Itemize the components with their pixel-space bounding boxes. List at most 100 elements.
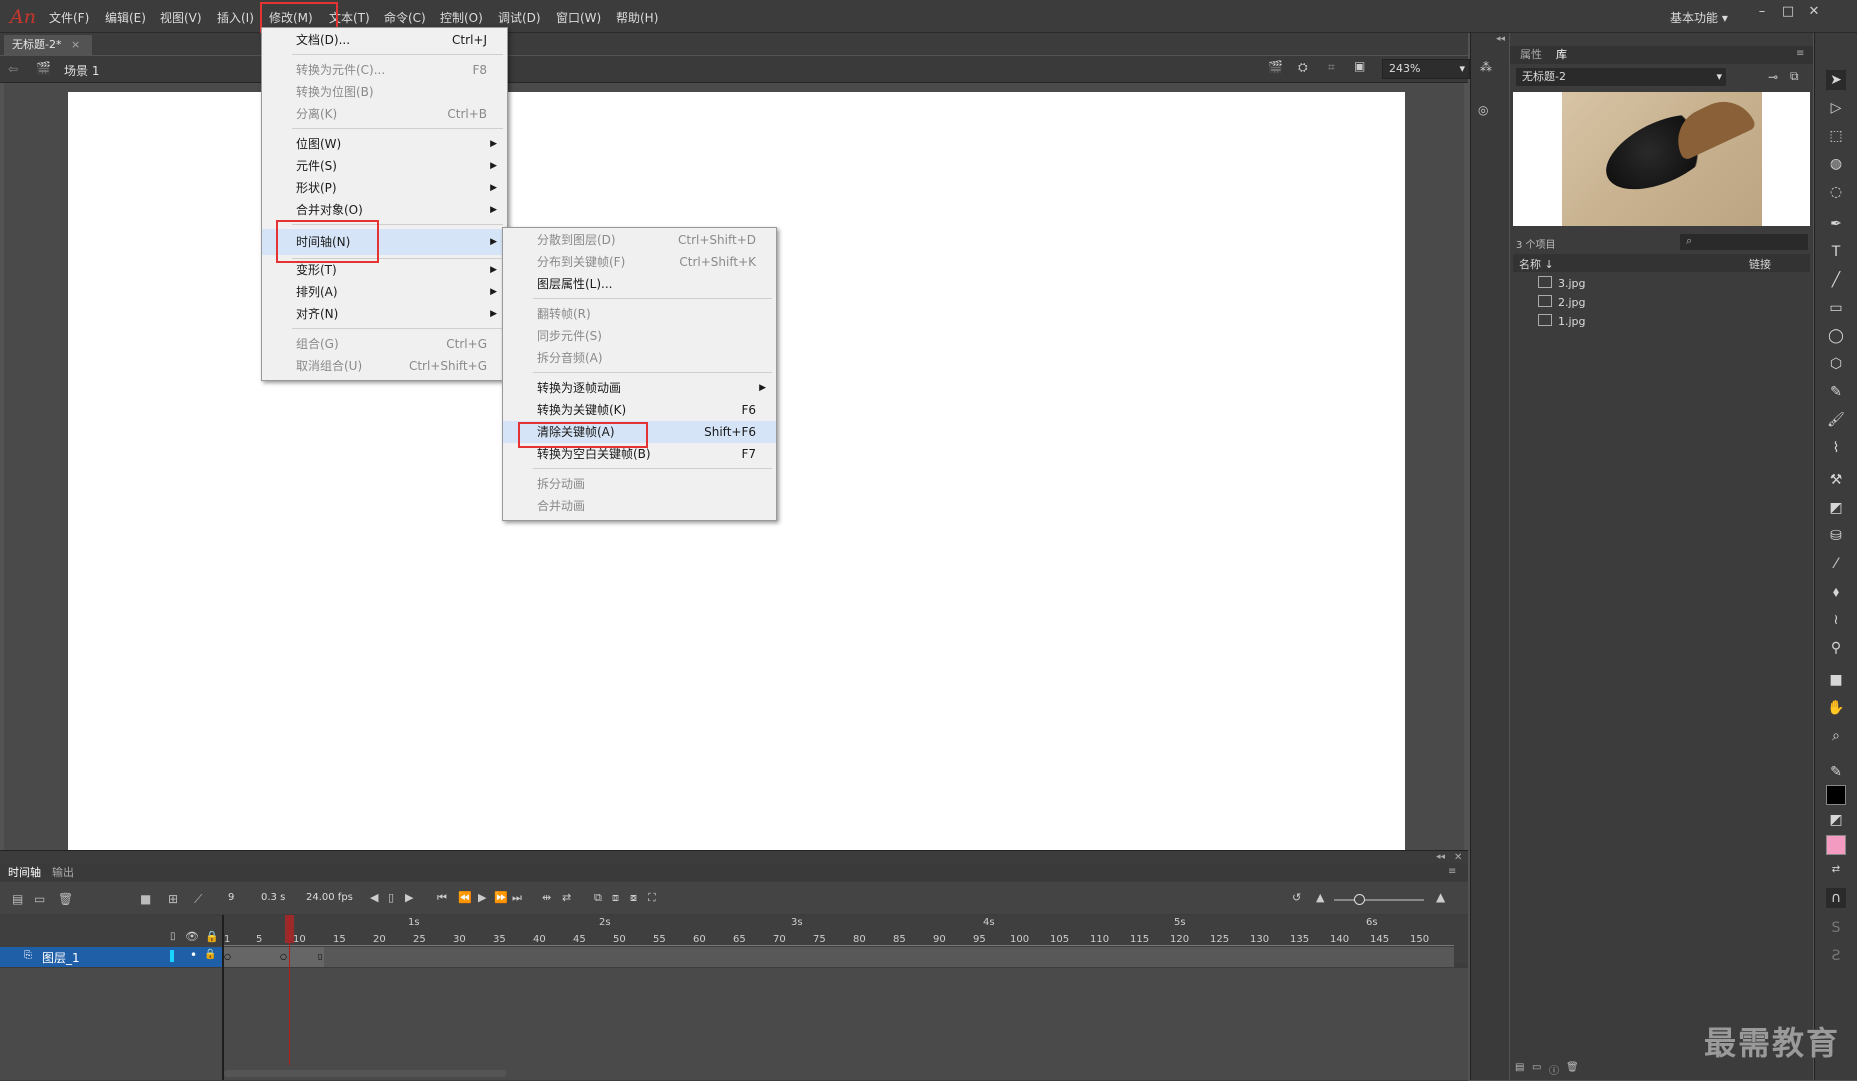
keyframe-span[interactable] <box>224 947 324 967</box>
menu-item-bitmap[interactable]: 位图(W) ▶ <box>262 133 507 155</box>
cc-libraries-icon[interactable]: ◎ <box>1478 103 1488 117</box>
column-linkage[interactable]: 链接 <box>1749 256 1771 272</box>
library-item[interactable]: 1.jpg <box>1538 314 1586 328</box>
paint-brush-tool-icon[interactable]: 🖌 <box>1826 410 1846 430</box>
snap-icon[interactable]: ⌗ <box>1328 60 1335 75</box>
menu-item-convert-frame-by-frame[interactable]: 转换为逐帧动画 ▶ <box>503 377 776 399</box>
stroke-color-swatch[interactable] <box>1826 785 1846 805</box>
pin-icon[interactable]: ⊸ <box>1768 70 1778 84</box>
menu-item-align[interactable]: 对齐(N) ▶ <box>262 303 507 325</box>
color-panel-icon[interactable]: ⁂ <box>1480 60 1492 74</box>
onion-skin-icon[interactable]: ⧉ <box>594 891 602 905</box>
polystar-tool-icon[interactable]: ⬡ <box>1826 354 1846 374</box>
menu-item-shape[interactable]: 形状(P) ▶ <box>262 177 507 199</box>
go-last-icon[interactable]: ⏭ <box>512 891 522 905</box>
menu-file[interactable]: 文件(F) <box>49 9 89 26</box>
go-first-icon[interactable]: ⏮ <box>437 891 447 905</box>
loop-icon[interactable]: ⇄ <box>562 891 571 904</box>
new-library-icon[interactable]: ⧉ <box>1790 69 1799 84</box>
bone-tool-icon[interactable]: ⚒ <box>1826 470 1846 490</box>
ink-bottle-tool-icon[interactable]: ⛁ <box>1826 526 1846 546</box>
play-icon[interactable]: ▶ <box>478 891 486 904</box>
menu-control[interactable]: 控制(O) <box>440 9 483 26</box>
library-item[interactable]: 3.jpg <box>1538 276 1586 290</box>
zoom-select[interactable]: 243% ▾ <box>1382 59 1470 79</box>
fill-color-swatch[interactable] <box>1826 835 1846 855</box>
snap-magnet-icon[interactable]: ∩ <box>1826 888 1846 908</box>
edit-symbol-icon[interactable]: ⛭ <box>1298 60 1308 75</box>
delete-icon[interactable]: 🗑 <box>58 892 73 906</box>
lock-icon[interactable]: 🔒 <box>205 930 219 943</box>
document-tab[interactable]: 无标题-2* × <box>4 35 92 55</box>
smooth-icon[interactable]: S <box>1826 918 1846 938</box>
parenting-icon[interactable]: ⊞ <box>168 892 178 906</box>
line-tool-icon[interactable]: ╱ <box>1826 270 1846 290</box>
3d-rotation-tool-icon[interactable]: ◍ <box>1826 154 1846 174</box>
blank-keyframe-icon[interactable]: ○ <box>224 952 231 961</box>
library-document-select[interactable]: 无标题-2 ▾ <box>1516 68 1726 86</box>
camera-tool-icon[interactable]: ■ <box>1826 670 1846 690</box>
straighten-icon[interactable]: Ƨ <box>1826 946 1846 966</box>
step-forward-icon[interactable]: ⏩ <box>494 891 508 904</box>
menu-item-document[interactable]: 文档(D)... Ctrl+J <box>262 29 507 51</box>
frame-track[interactable] <box>224 947 1454 967</box>
width-tool-icon[interactable]: ≀ <box>1826 610 1846 630</box>
hand-tool-icon[interactable]: ✋ <box>1826 698 1846 718</box>
free-transform-tool-icon[interactable]: ⬚ <box>1826 126 1846 146</box>
current-frame[interactable]: 9 <box>228 892 234 903</box>
pen-tool-icon[interactable]: ✒ <box>1826 214 1846 234</box>
zoom-in-icon[interactable]: ▲ <box>1436 890 1445 904</box>
rectangle-tool-icon[interactable]: ▭ <box>1826 298 1846 318</box>
layer-lock-icon[interactable]: 🔒 <box>204 949 216 960</box>
menu-item-symbol[interactable]: 元件(S) ▶ <box>262 155 507 177</box>
menu-item-combine-objects[interactable]: 合并对象(O) ▶ <box>262 199 507 221</box>
timeline-scrollbar[interactable] <box>224 1070 506 1077</box>
collapse-icon[interactable]: ◂◂ <box>1436 852 1445 862</box>
menu-item-layer-properties[interactable]: 图层属性(L)... <box>503 273 776 295</box>
tab-properties[interactable]: 属性 <box>1520 46 1542 64</box>
back-arrow-icon[interactable]: ⇦ <box>8 62 18 76</box>
panel-menu-icon[interactable]: ≡ <box>1796 48 1804 59</box>
center-frame-icon[interactable]: ⇹ <box>542 891 551 904</box>
workspace-switcher[interactable]: 基本功能 ▾ <box>1670 9 1728 26</box>
tab-timeline[interactable]: 时间轴 <box>8 864 41 882</box>
onion-outline-icon[interactable]: ⧈ <box>612 891 619 905</box>
properties-icon[interactable]: ⓘ <box>1549 1062 1559 1077</box>
asset-warp-tool-icon[interactable]: ⚲ <box>1826 638 1846 658</box>
prev-keyframe-icon[interactable]: ◀ <box>370 891 378 904</box>
subselection-tool-icon[interactable]: ▷ <box>1826 98 1846 118</box>
step-back-icon[interactable]: ⏪ <box>458 891 472 904</box>
lasso-tool-icon[interactable]: ◌ <box>1826 182 1846 202</box>
next-keyframe-icon[interactable]: ▶ <box>405 891 413 904</box>
collapse-icon[interactable]: ◂◂ <box>1496 34 1505 44</box>
menu-window[interactable]: 窗口(W) <box>556 9 601 26</box>
menu-item-arrange[interactable]: 排列(A) ▶ <box>262 281 507 303</box>
library-search-input[interactable]: ⌕ <box>1680 234 1808 250</box>
swap-colors-icon[interactable]: ⇄ <box>1826 860 1846 880</box>
column-name[interactable]: 名称 ↓ <box>1519 256 1554 272</box>
delete-icon[interactable]: 🗑 <box>1566 1062 1579 1073</box>
clip-stage-icon[interactable]: ▣ <box>1354 59 1365 73</box>
panel-close-icon[interactable]: ✕ <box>1454 852 1462 863</box>
onion-markers-icon[interactable]: ⛶ <box>648 891 656 905</box>
menu-view[interactable]: 视图(V) <box>160 9 202 26</box>
menu-insert[interactable]: 插入(I) <box>217 9 254 26</box>
new-folder-icon[interactable]: ▭ <box>34 892 45 906</box>
menu-edit[interactable]: 编辑(E) <box>105 9 146 26</box>
selection-tool-icon[interactable]: ➤ <box>1826 70 1846 90</box>
frame-rate[interactable]: 24.00 fps <box>306 892 353 903</box>
menu-commands[interactable]: 命令(C) <box>384 9 426 26</box>
camera-icon[interactable]: ■ <box>140 892 151 906</box>
playhead[interactable] <box>289 915 290 1065</box>
undo-icon[interactable]: ↺ <box>1292 891 1301 904</box>
blank-keyframe-icon[interactable]: ○ <box>280 952 287 961</box>
pencil-tool-icon[interactable]: ✎ <box>1826 382 1846 402</box>
maximize-icon[interactable]: □ <box>1776 4 1800 24</box>
new-symbol-icon[interactable]: ▤ <box>1515 1062 1524 1073</box>
tab-library[interactable]: 库 <box>1556 46 1567 64</box>
menu-debug[interactable]: 调试(D) <box>498 9 541 26</box>
layer-row[interactable]: ⎘ 图层_1 • 🔒 <box>0 947 222 967</box>
eyedropper-tool-icon[interactable]: ⁄ <box>1826 554 1846 574</box>
brush-tool-icon[interactable]: ⌇ <box>1826 438 1846 458</box>
minimize-icon[interactable]: – <box>1750 4 1774 24</box>
